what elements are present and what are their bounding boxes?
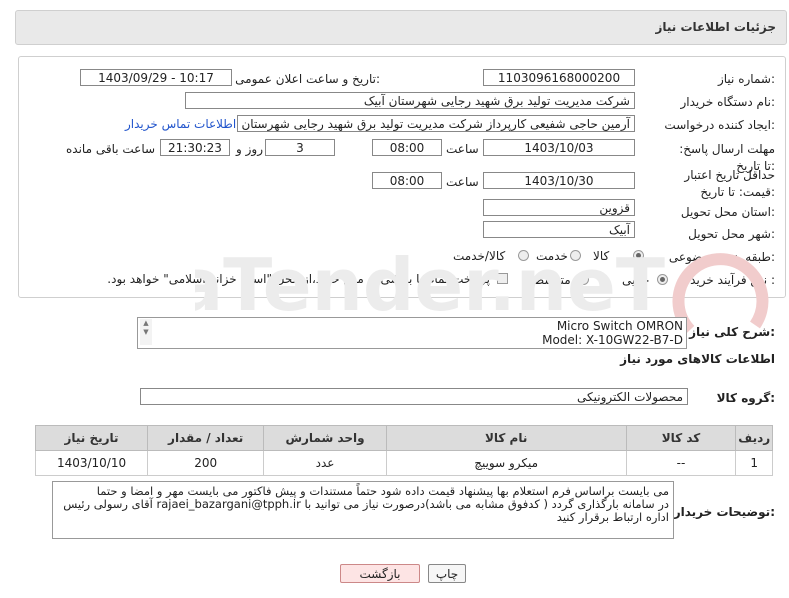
- col-date: تاریخ نیاز: [34, 425, 149, 451]
- goods-section-title: اطلاعات کالاهای مورد نیاز: [620, 352, 775, 366]
- deadline-date-field[interactable]: 1403/10/03: [483, 139, 635, 156]
- category-label: طبقه بندی موضوعی:: [668, 250, 775, 264]
- category-service-label: خدمت: [536, 249, 568, 263]
- days-label: روز و: [236, 142, 263, 156]
- goods-group-field[interactable]: محصولات الکترونیکی: [140, 388, 688, 405]
- validity-time-label: ساعت: [446, 175, 479, 189]
- need-number-label: شماره نیاز:: [717, 72, 775, 86]
- treasury-checkbox[interactable]: [497, 273, 508, 284]
- table-row[interactable]: 1 -- میکرو سوییچ عدد 200 1403/10/10: [34, 450, 773, 476]
- purchase-minor-label: جزیی: [622, 273, 650, 287]
- description-line-1: Micro Switch OMRON: [556, 319, 683, 333]
- province-label: استان محل تحویل:: [680, 205, 775, 219]
- category-radio-service[interactable]: [570, 250, 581, 261]
- deadline-time-label: ساعت: [446, 142, 479, 156]
- back-button[interactable]: بازگشت: [340, 564, 420, 583]
- goods-table-header: ردیف کد کالا نام کالا واحد شمارش تعداد /…: [34, 425, 773, 451]
- description-label: شرح کلی نیاز:: [689, 325, 775, 339]
- need-number-field[interactable]: 1103096168000200: [483, 69, 635, 86]
- cell-name: میکرو سوییچ: [385, 450, 627, 476]
- page-header: جزئیات اطلاعات نیاز: [15, 10, 787, 45]
- remaining-time-field[interactable]: 21:30:23: [160, 139, 230, 156]
- purchase-medium-label: متوسط: [533, 273, 571, 287]
- scroll-arrows-icon: ▲ ▼: [143, 319, 149, 336]
- days-field[interactable]: 3: [265, 139, 335, 156]
- description-scrollbar[interactable]: ▲ ▼: [140, 319, 152, 345]
- goods-table: ردیف کد کالا نام کالا واحد شمارش تعداد /…: [34, 425, 773, 476]
- validity-label: حداقل تاریخ اعتبار قیمت: تا تاریخ:: [684, 168, 775, 199]
- announce-label: تاریخ و ساعت اعلان عمومی:: [235, 72, 380, 86]
- cell-unit: عدد: [263, 450, 387, 476]
- buyer-notes-label: توضیحات خریدار:: [673, 505, 775, 519]
- validity-date-field[interactable]: 1403/10/30: [483, 172, 635, 189]
- buyer-notes-textarea[interactable]: می بایست براساس فرم استعلام بها پیشنهاد …: [52, 481, 674, 539]
- page-title: جزئیات اطلاعات نیاز: [655, 20, 776, 34]
- col-code: کد کالا: [625, 425, 737, 451]
- cell-row: 1: [735, 450, 773, 476]
- category-both-label: کالا/خدمت: [453, 249, 506, 263]
- city-label: شهر محل تحویل:: [688, 227, 775, 241]
- buyer-field[interactable]: شرکت مدیریت تولید برق شهید رجایی شهرستان…: [185, 92, 635, 109]
- col-qty: تعداد / مقدار: [147, 425, 265, 451]
- contact-info-link[interactable]: اطلاعات تماس خریدار: [125, 117, 236, 131]
- cell-date: 1403/10/10: [34, 450, 149, 476]
- goods-group-label: گروه کالا:: [716, 391, 775, 405]
- description-line-2: Model: X-10GW22-B7-D: [542, 333, 683, 347]
- buyer-label: نام دستگاه خریدار:: [680, 95, 776, 109]
- purchase-type-label: نوع فرآیند خرید :: [690, 273, 775, 287]
- creator-label: ایجاد کننده درخواست:: [664, 118, 775, 132]
- description-textarea[interactable]: Micro Switch OMRON Model: X-10GW22-B7-D …: [137, 317, 687, 349]
- buyer-notes-line-3: اداره ارتباط برقرار کنید: [556, 510, 669, 524]
- payment-note: پرداخت تمام یا بخشی از مبلغ خرید،از محل …: [107, 272, 490, 286]
- col-name: نام کالا: [385, 425, 627, 451]
- province-field[interactable]: قزوین: [483, 199, 635, 216]
- purchase-radio-medium[interactable]: [578, 274, 589, 285]
- announce-field[interactable]: 1403/09/29 - 10:17: [80, 69, 232, 86]
- col-unit: واحد شمارش: [263, 425, 387, 451]
- category-radio-goods[interactable]: [633, 250, 644, 261]
- purchase-radio-minor[interactable]: [657, 274, 668, 285]
- print-button[interactable]: چاپ: [428, 564, 466, 583]
- city-field[interactable]: آبیک: [483, 221, 635, 238]
- remaining-label: ساعت باقی مانده: [66, 142, 156, 156]
- category-goods-label: کالا: [593, 249, 610, 263]
- cell-code: --: [625, 450, 737, 476]
- creator-field[interactable]: آرمین حاجی شفیعی کارپرداز شرکت مدیریت تو…: [237, 115, 635, 132]
- col-row: ردیف: [735, 425, 773, 451]
- cell-qty: 200: [147, 450, 265, 476]
- category-radio-both[interactable]: [518, 250, 529, 261]
- deadline-time-field[interactable]: 08:00: [372, 139, 442, 156]
- validity-time-field[interactable]: 08:00: [372, 172, 442, 189]
